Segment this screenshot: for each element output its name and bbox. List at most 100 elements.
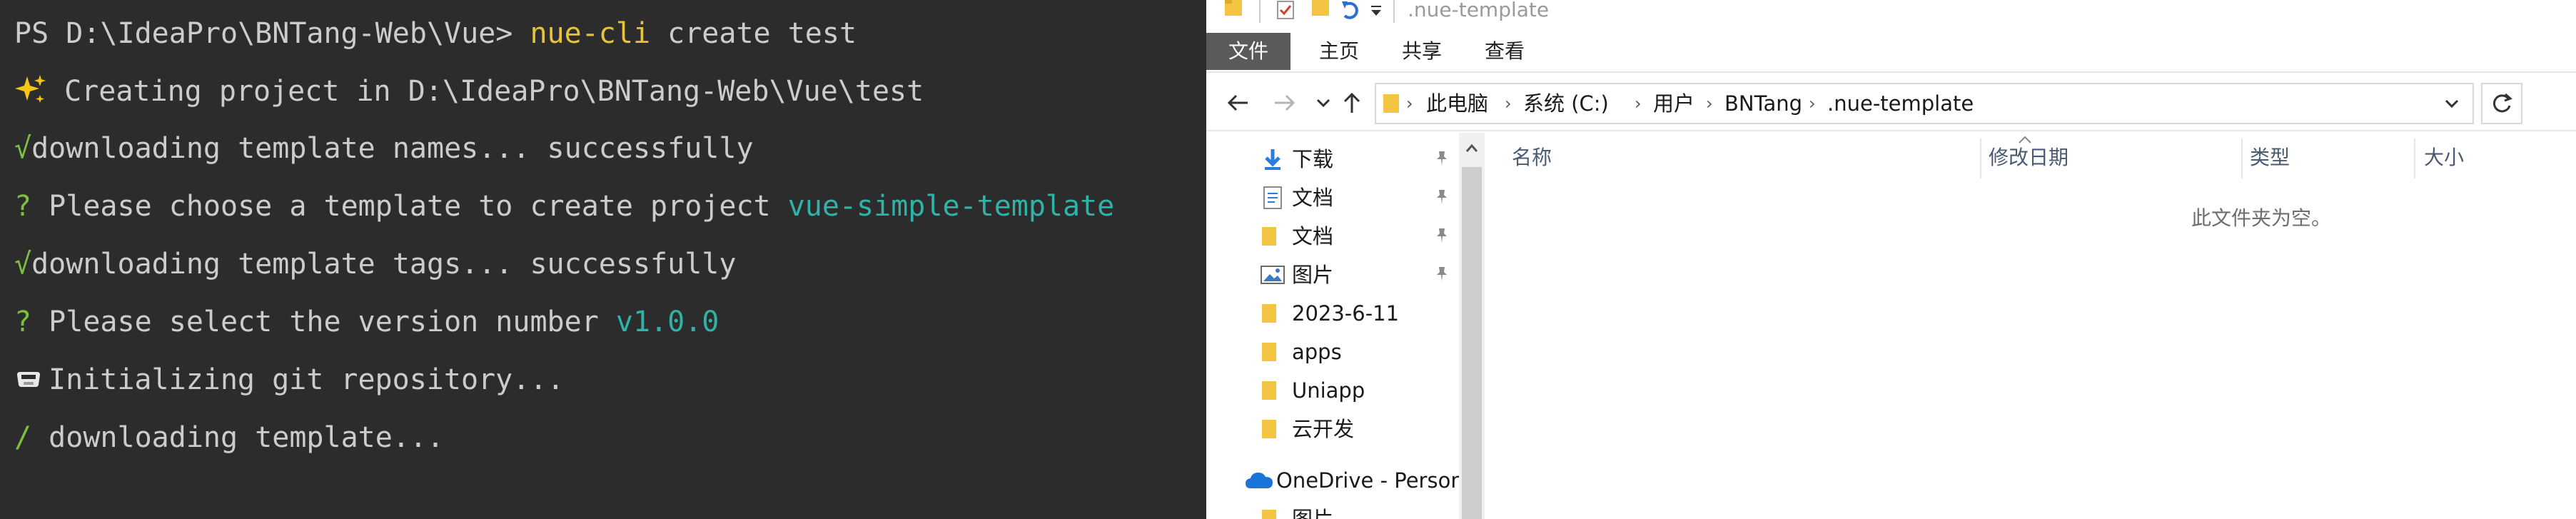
nav-item-folder-apps[interactable]: apps xyxy=(1206,333,1456,371)
customize-toolbar-icon[interactable] xyxy=(1369,0,1383,23)
refresh-button[interactable] xyxy=(2481,83,2522,124)
document-icon xyxy=(1261,186,1285,210)
nav-item-documents-folder[interactable]: 文档 xyxy=(1206,217,1456,256)
status-text: downloading template names... successful… xyxy=(31,132,754,165)
address-bar[interactable]: › 此电脑 › 系统 (C:) › 用户 › BNTang › .nue-tem… xyxy=(1375,83,2474,124)
nav-item-label: OneDrive - Persona xyxy=(1276,468,1477,493)
tab-home[interactable]: 主页 xyxy=(1303,33,1375,70)
question-mark: ? xyxy=(14,190,32,223)
undo-icon[interactable] xyxy=(1339,0,1363,23)
new-folder-icon[interactable] xyxy=(1310,0,1332,23)
terminal-line-4: ? Please choose a template to create pro… xyxy=(14,185,1114,228)
nav-item-label: Uniapp xyxy=(1292,378,1365,403)
breadcrumb-separator[interactable]: › xyxy=(1809,84,1816,123)
empty-folder-message: 此文件夹为空。 xyxy=(2191,206,2332,230)
scroll-up-arrow-icon[interactable] xyxy=(1462,138,1482,158)
floppy-disk-icon xyxy=(14,365,43,393)
folder-icon xyxy=(1261,417,1285,441)
folder-icon xyxy=(1383,93,1399,114)
nav-item-onedrive-pictures[interactable]: 图片 xyxy=(1206,500,1456,519)
terminal-line-3: √downloading template names... successfu… xyxy=(14,127,754,170)
terminal-line-7: Initializing git repository... xyxy=(14,358,564,401)
nav-item-label: 云开发 xyxy=(1292,417,1355,441)
terminal-line-6: ? Please select the version number v1.0.… xyxy=(14,301,719,343)
toolbar-divider xyxy=(1259,0,1261,23)
breadcrumb-users[interactable]: 用户 xyxy=(1653,84,1694,123)
check-mark: √ xyxy=(14,132,32,165)
recent-locations-chevron-icon[interactable] xyxy=(1306,86,1330,120)
pin-icon[interactable] xyxy=(1433,227,1450,244)
pin-icon[interactable] xyxy=(1433,150,1450,167)
folder-icon[interactable] xyxy=(1223,0,1245,23)
ribbon-tabs: 文件 主页 共享 查看 xyxy=(1206,33,2576,73)
git-init-text: Initializing git repository... xyxy=(49,363,565,396)
nav-item-documents[interactable]: 文档 xyxy=(1206,178,1456,217)
download-icon xyxy=(1261,147,1285,171)
toolbar-divider xyxy=(1393,0,1395,23)
pin-icon[interactable] xyxy=(1433,266,1450,283)
column-modified-date[interactable]: 修改日期 xyxy=(1989,133,2069,183)
terminal-line-1: PS D:\IdeaPro\BNTang-Web\Vue> nue-cli cr… xyxy=(14,12,857,55)
tab-share[interactable]: 共享 xyxy=(1386,33,1458,70)
column-name[interactable]: 名称 xyxy=(1512,133,1552,183)
file-list-header: 名称 修改日期 类型 大小 xyxy=(1486,133,2576,183)
breadcrumb-separator[interactable]: › xyxy=(1706,84,1713,123)
tab-view[interactable]: 查看 xyxy=(1469,33,1540,70)
nav-pane-scrollbar[interactable] xyxy=(1459,133,1485,519)
refresh-icon xyxy=(2492,93,2512,113)
nav-item-onedrive[interactable]: OneDrive - Persona xyxy=(1206,461,1476,500)
address-dropdown-chevron-icon[interactable] xyxy=(2440,91,2464,116)
column-size[interactable]: 大小 xyxy=(2424,133,2464,183)
picture-icon xyxy=(1261,263,1285,287)
onedrive-cloud-icon xyxy=(1245,468,1273,493)
column-divider[interactable] xyxy=(1980,138,1981,178)
check-mark: √ xyxy=(14,248,32,281)
nav-item-label: 图片 xyxy=(1292,507,1334,519)
pin-icon[interactable] xyxy=(1433,188,1450,206)
nav-item-folder-cloud-dev[interactable]: 云开发 xyxy=(1206,410,1456,448)
scrollbar-thumb[interactable] xyxy=(1462,167,1482,519)
back-arrow-icon[interactable] xyxy=(1221,86,1255,120)
tab-file[interactable]: 文件 xyxy=(1206,33,1290,70)
folder-icon xyxy=(1261,301,1285,326)
navigation-pane: 下载 文档 文档 图片 2023-6-11 apps Uniapp 云开发 On… xyxy=(1206,133,1476,519)
version-answer: v1.0.0 xyxy=(615,306,719,338)
column-divider[interactable] xyxy=(2414,138,2415,178)
spinner-glyph: / xyxy=(14,421,32,454)
navigation-bar: › 此电脑 › 系统 (C:) › 用户 › BNTang › .nue-tem… xyxy=(1206,74,2576,131)
breadcrumb-separator[interactable]: › xyxy=(1635,84,1642,123)
folder-icon xyxy=(1261,340,1285,364)
terminal-line-2: Creating project in D:\IdeaPro\BNTang-We… xyxy=(14,70,924,113)
command-name: nue-cli xyxy=(530,17,651,50)
nav-item-folder-uniapp[interactable]: Uniapp xyxy=(1206,371,1456,410)
breadcrumb-current-folder[interactable]: .nue-template xyxy=(1827,84,1974,123)
nav-item-pictures[interactable]: 图片 xyxy=(1206,256,1456,294)
template-answer: vue-simple-template xyxy=(787,190,1115,223)
terminal-line-8: / downloading template... xyxy=(14,416,444,459)
folder-icon xyxy=(1261,224,1285,248)
file-explorer-window[interactable]: .nue-template 文件 主页 共享 查看 › 此电脑 › 系统 (C:… xyxy=(1206,0,2576,519)
properties-check-icon[interactable] xyxy=(1275,0,1296,23)
prompt-question: Please select the version number xyxy=(31,306,616,338)
breadcrumb-this-pc[interactable]: 此电脑 xyxy=(1426,84,1488,123)
breadcrumb-separator[interactable]: › xyxy=(1406,84,1413,123)
up-arrow-icon[interactable] xyxy=(1335,86,1369,120)
nav-item-folder-2023-6-11[interactable]: 2023-6-11 xyxy=(1206,294,1456,333)
breadcrumb-separator[interactable]: › xyxy=(1505,84,1512,123)
nav-item-label: 文档 xyxy=(1292,224,1334,248)
forward-arrow-icon[interactable] xyxy=(1268,86,1302,120)
nav-item-label: 图片 xyxy=(1292,263,1334,287)
window-title: .nue-template xyxy=(1408,0,1550,21)
breadcrumb-system-drive[interactable]: 系统 (C:) xyxy=(1523,84,1609,123)
breadcrumb-user[interactable]: BNTang xyxy=(1724,84,1802,123)
quick-access-toolbar: .nue-template xyxy=(1206,0,2576,29)
folder-icon xyxy=(1261,507,1285,519)
column-divider[interactable] xyxy=(2241,138,2243,178)
nav-item-downloads[interactable]: 下载 xyxy=(1206,140,1456,178)
folder-icon xyxy=(1261,378,1285,403)
prompt-text: PS D:\IdeaPro\BNTang-Web\Vue> xyxy=(14,17,530,50)
column-type[interactable]: 类型 xyxy=(2250,133,2290,183)
terminal-window[interactable]: PS D:\IdeaPro\BNTang-Web\Vue> nue-cli cr… xyxy=(0,0,1206,519)
command-args: create test xyxy=(650,17,857,50)
terminal-line-5: √downloading template tags... successful… xyxy=(14,243,736,286)
